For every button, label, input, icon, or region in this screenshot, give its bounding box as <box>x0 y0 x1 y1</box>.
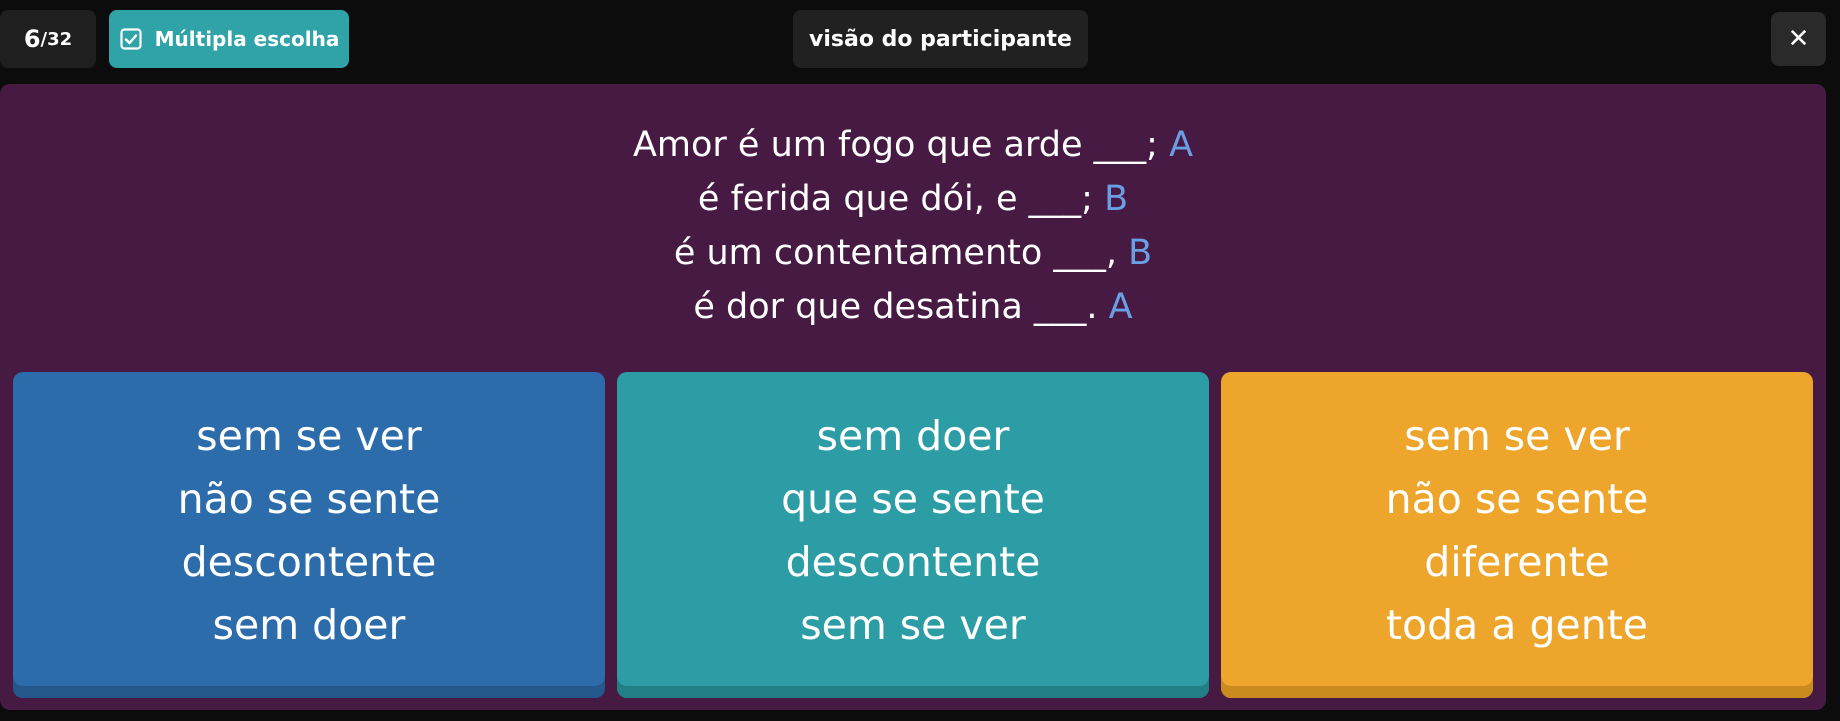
option-line: sem se ver <box>1404 412 1630 460</box>
option-line: diferente <box>1424 538 1610 586</box>
question-text: Amor é um fogo que arde ___; A é ferida … <box>0 118 1826 334</box>
answer-option-2[interactable]: sem doer que se sente descontente sem se… <box>617 372 1209 698</box>
question-line: é ferida que dói, e ___; B <box>697 179 1129 219</box>
top-bar: 6/32 Múltipla escolha visão do participa… <box>0 0 1840 80</box>
participant-view-button[interactable]: visão do participante <box>793 10 1088 68</box>
option-line: sem doer <box>212 601 406 649</box>
checkbox-checked-icon <box>120 28 142 50</box>
option-line: descontente <box>785 538 1041 586</box>
option-line: descontente <box>181 538 437 586</box>
question-counter: 6/32 <box>0 10 96 68</box>
option-line: sem se ver <box>196 412 422 460</box>
question-line: é dor que desatina ___. A <box>693 287 1133 327</box>
blank-tag: A <box>1157 125 1194 165</box>
counter-current: 6 <box>23 25 41 53</box>
answer-options: sem se ver não se sente descontente sem … <box>13 372 1813 698</box>
option-line: toda a gente <box>1385 601 1649 649</box>
question-type-badge: Múltipla escolha <box>109 10 349 68</box>
question-stage: Amor é um fogo que arde ___; A é ferida … <box>0 84 1826 710</box>
close-button[interactable]: ✕ <box>1771 12 1826 66</box>
question-type-label: Múltipla escolha <box>154 27 340 51</box>
blank-tag: B <box>1117 233 1153 273</box>
option-line: que se sente <box>781 475 1045 523</box>
answer-option-1[interactable]: sem se ver não se sente descontente sem … <box>13 372 605 698</box>
option-line: sem se ver <box>800 601 1026 649</box>
counter-total: /32 <box>40 28 73 50</box>
option-line: sem doer <box>816 412 1010 460</box>
blank-tag: B <box>1092 179 1129 219</box>
answer-option-3[interactable]: sem se ver não se sente diferente toda a… <box>1221 372 1813 698</box>
option-line: não se sente <box>1385 475 1649 523</box>
option-line: não se sente <box>177 475 441 523</box>
close-icon: ✕ <box>1787 24 1810 54</box>
question-line: é um contentamento ___, B <box>673 233 1153 273</box>
question-line: Amor é um fogo que arde ___; A <box>632 125 1194 165</box>
blank-tag: A <box>1097 287 1133 327</box>
